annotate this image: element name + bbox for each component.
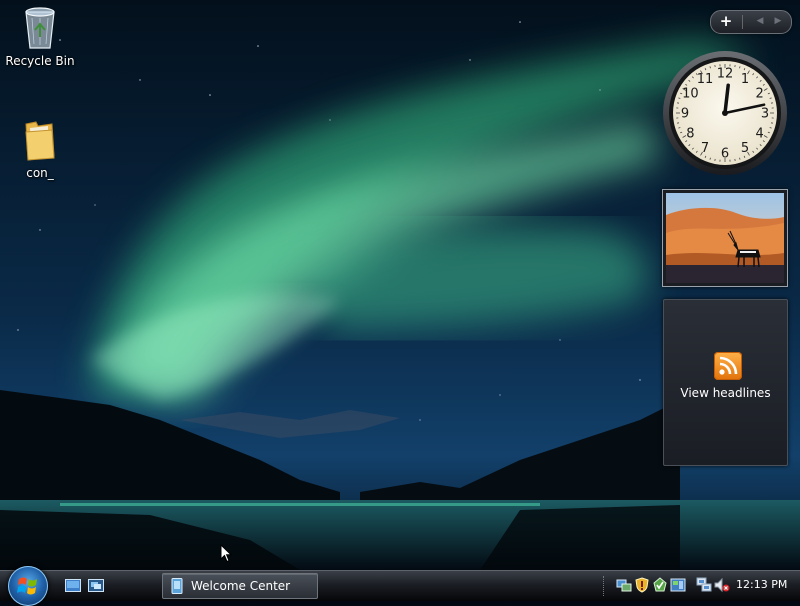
recycle-bin-label: Recycle Bin [1,54,79,68]
network-connection-icon[interactable] [696,577,712,593]
slideshow-image [666,193,784,283]
clock-numeral: 11 [697,72,714,87]
device-icon[interactable] [670,577,686,593]
clock-numeral: 5 [741,141,749,156]
next-gadget-icon[interactable]: ▶ [769,13,787,30]
update-icon[interactable] [652,577,668,593]
clock-numeral: 3 [761,107,769,122]
clock-numeral: 4 [755,127,763,142]
volume-muted-icon[interactable] [714,577,730,593]
tray-grip [603,576,608,596]
clock-numeral: 10 [682,87,699,102]
clock-numeral: 2 [755,87,763,102]
clock-numeral: 9 [681,107,689,122]
rss-feed-icon [714,352,742,380]
feed-headlines-gadget[interactable]: View headlines [663,299,788,466]
previous-gadget-icon[interactable]: ◀ [751,13,769,30]
system-tray: 12:13 PM [612,571,800,601]
clock-numeral: 1 [741,72,749,87]
add-gadget-button[interactable]: + [715,13,737,30]
taskbar: Welcome Center [0,570,800,601]
security-shield-icon[interactable] [634,577,650,593]
sidebar-controls-divider [742,15,743,29]
folder-icon [22,118,58,162]
clock-numeral: 8 [686,127,694,142]
folder-icon-item[interactable]: con_ [1,118,79,180]
switch-windows-icon[interactable] [88,579,104,592]
view-headlines-link[interactable]: View headlines [664,386,787,400]
clock-gadget[interactable]: 121234567891011 [662,50,788,176]
show-desktop-icon[interactable] [65,579,81,592]
taskbar-clock[interactable]: 12:13 PM [736,578,787,591]
clock-center-pin [722,110,728,116]
network-icon[interactable] [616,577,632,593]
mouse-cursor-icon [220,544,232,563]
recycle-bin-icon [20,2,60,50]
recycle-bin-icon-item[interactable]: Recycle Bin [1,2,79,68]
clock-numeral: 7 [701,141,709,156]
welcome-center-icon [171,578,183,594]
task-welcome-center-label: Welcome Center [191,579,290,593]
sidebar-controls: + ◀ ▶ [710,10,792,34]
clock-numeral: 12 [717,67,734,82]
start-button[interactable] [8,566,48,606]
task-welcome-center[interactable]: Welcome Center [162,573,318,599]
windows-logo-icon [17,575,39,597]
slideshow-gadget[interactable] [662,189,788,287]
folder-label: con_ [1,166,79,180]
